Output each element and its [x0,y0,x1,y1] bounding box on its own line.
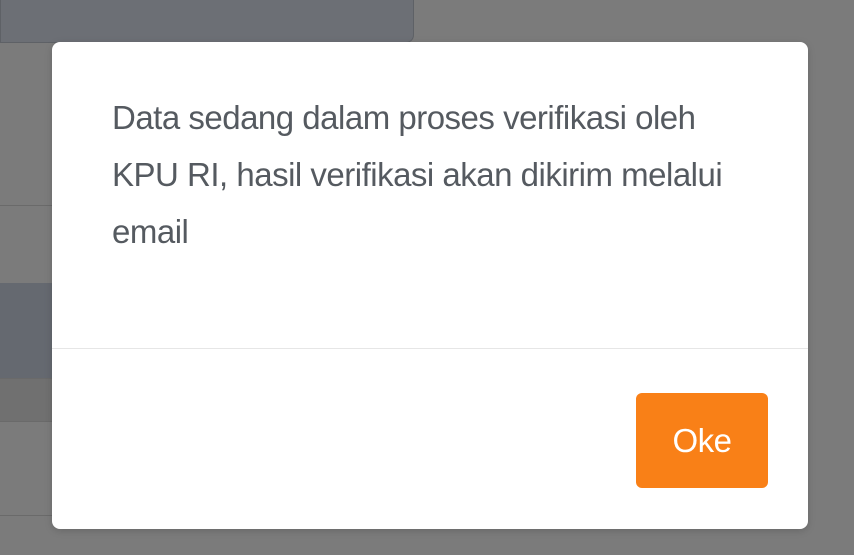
dialog-message: Data sedang dalam proses verifikasi oleh… [112,99,723,250]
background-row [0,378,52,422]
background-divider [0,515,52,516]
dialog-footer: Oke [52,349,808,529]
verification-dialog: Data sedang dalam proses verifikasi oleh… [52,42,808,529]
background-panel [0,283,52,378]
background-card [0,0,414,43]
screen: Data sedang dalam proses verifikasi oleh… [0,0,854,555]
dialog-body: Data sedang dalam proses verifikasi oleh… [52,42,808,348]
background-divider [0,205,52,206]
oke-button[interactable]: Oke [636,393,768,488]
